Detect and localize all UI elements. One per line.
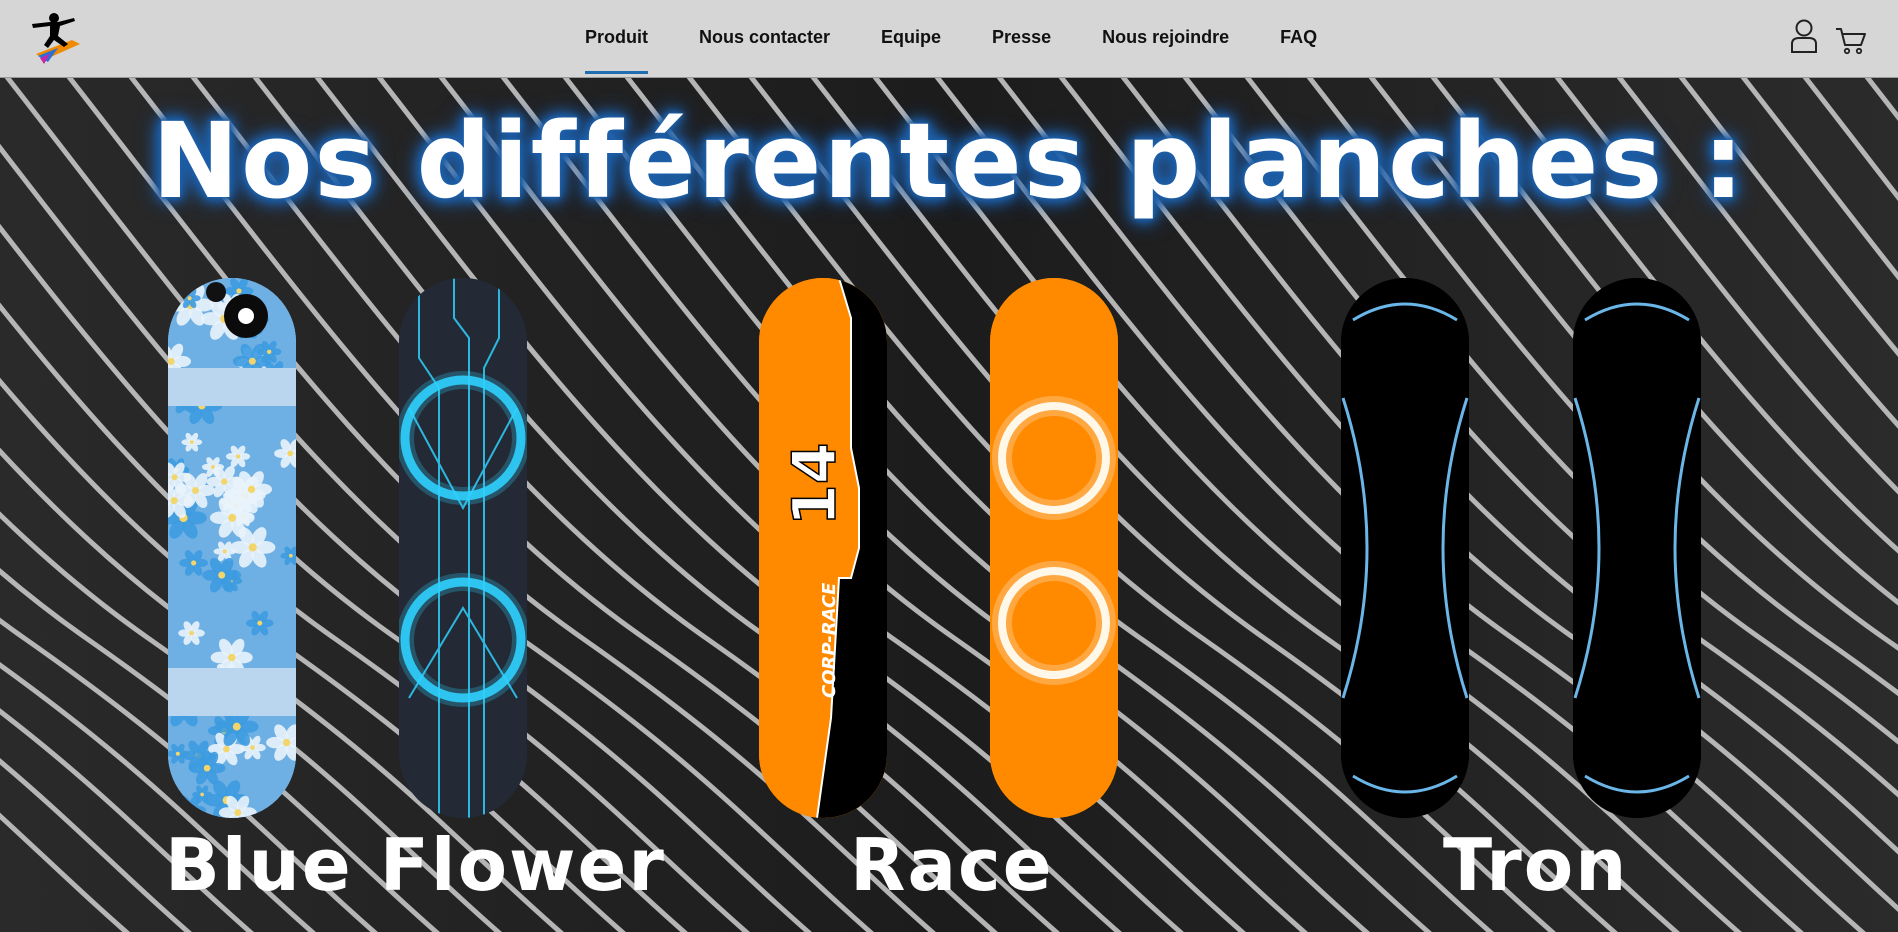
nav-item-nous-rejoindre[interactable]: Nous rejoindre — [1102, 0, 1229, 78]
nav-item-produit[interactable]: Produit — [585, 0, 648, 78]
board-race-top[interactable]: 14 CORP-RACE — [759, 278, 887, 818]
board-blue-flower-top[interactable] — [168, 278, 296, 818]
nav-item-presse[interactable]: Presse — [992, 0, 1051, 78]
board-tron-bottom[interactable] — [1573, 278, 1701, 818]
nav-item-faq[interactable]: FAQ — [1280, 0, 1317, 78]
svg-text:14: 14 — [780, 443, 850, 527]
cart-icon[interactable] — [1835, 26, 1867, 61]
skater-logo-icon[interactable] — [28, 10, 88, 68]
user-icon[interactable] — [1790, 18, 1818, 59]
nav-item-nous-contacter[interactable]: Nous contacter — [699, 0, 830, 78]
board-tron-top[interactable] — [1341, 278, 1469, 818]
board-race-bottom[interactable] — [990, 278, 1118, 818]
collection-label-race: Race — [850, 823, 1054, 907]
boards-hero: Nos différentes planches : 14 CORP-RACE … — [0, 78, 1898, 932]
collection-label-blue-flower: Blue Flower — [165, 823, 666, 907]
board-blue-flower-bottom[interactable] — [399, 278, 527, 818]
collection-label-tron: Tron — [1443, 823, 1629, 907]
site-header: Produit Nous contacter Equipe Presse Nou… — [0, 0, 1898, 78]
nav-item-equipe[interactable]: Equipe — [881, 0, 941, 78]
svg-text:CORP-RACE: CORP-RACE — [819, 582, 840, 698]
main-nav: Produit Nous contacter Equipe Presse Nou… — [585, 0, 1368, 78]
page-title: Nos différentes planches : — [151, 100, 1747, 222]
